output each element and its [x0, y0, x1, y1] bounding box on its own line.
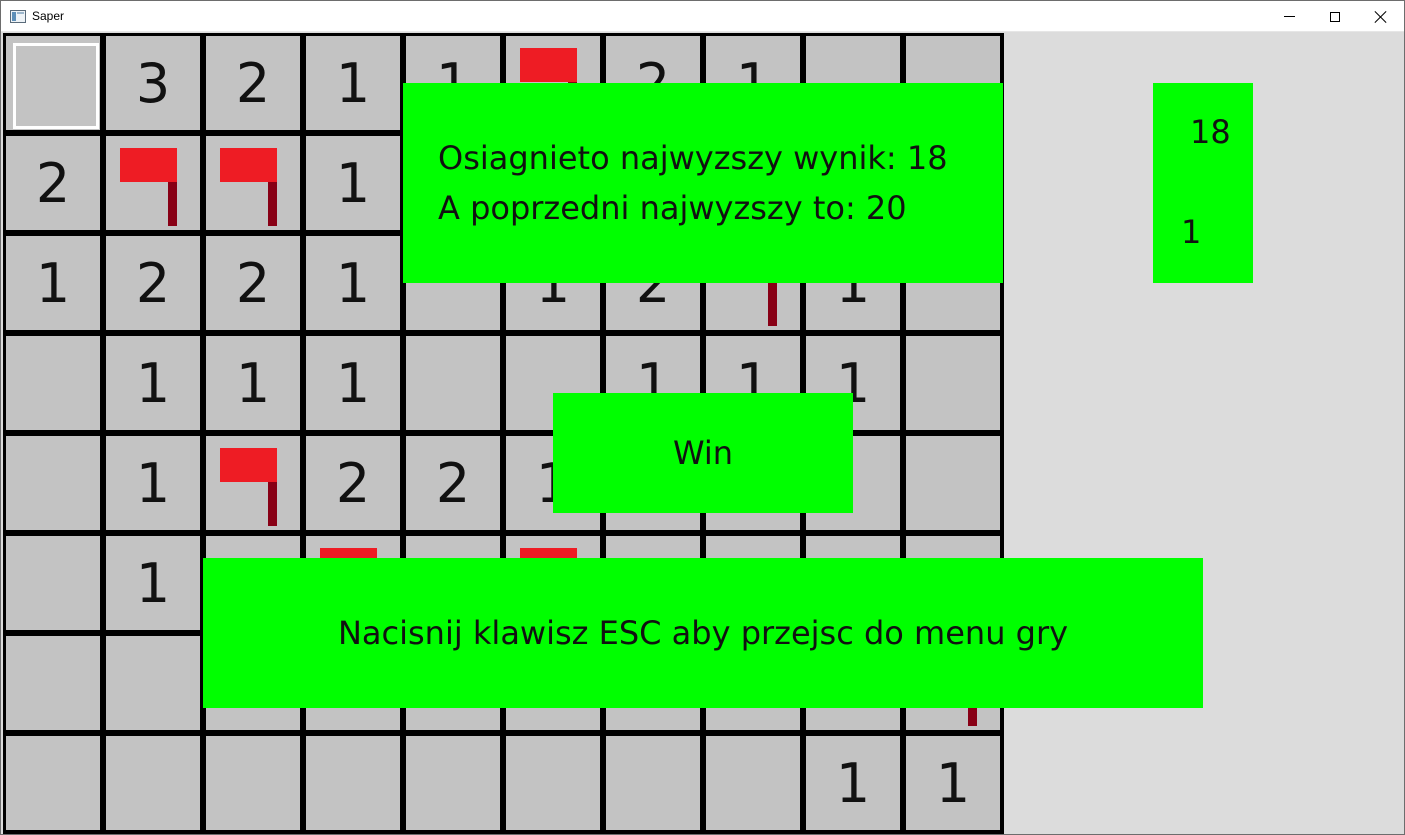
board-cell[interactable]	[706, 736, 800, 830]
board-cell[interactable]: 2	[6, 136, 100, 230]
cell-number: 1	[135, 351, 171, 415]
board-cell-selected[interactable]	[6, 36, 100, 130]
score-box: 18 1	[1153, 83, 1253, 283]
highscore-message: Osiagnieto najwyzszy wynik: 18 A poprzed…	[403, 83, 1003, 283]
board-cell[interactable]: 1	[906, 736, 1000, 830]
title-bar[interactable]: Saper	[1, 1, 1404, 32]
board-cell[interactable]: 1	[306, 36, 400, 130]
cell-number: 1	[835, 751, 871, 815]
window-title: Saper	[32, 9, 65, 23]
cell-number: 1	[235, 351, 271, 415]
board-cell[interactable]: 1	[306, 336, 400, 430]
board-cell[interactable]	[306, 736, 400, 830]
board-cell[interactable]: 3	[106, 36, 200, 130]
esc-hint-message: Nacisnij klawisz ESC aby przejsc do menu…	[203, 558, 1203, 708]
board-cell[interactable]	[606, 736, 700, 830]
minimize-icon	[1283, 16, 1295, 17]
cell-number: 1	[935, 751, 971, 815]
board-cell[interactable]	[406, 336, 500, 430]
flag-icon	[106, 136, 200, 230]
cell-number: 2	[35, 151, 71, 215]
board-cell[interactable]	[6, 436, 100, 530]
board-cell[interactable]	[106, 736, 200, 830]
board-cell[interactable]: 1	[206, 336, 300, 430]
cell-number: 1	[35, 251, 71, 315]
win-message: Win	[553, 393, 853, 513]
board-cell[interactable]: 2	[206, 236, 300, 330]
board-cell[interactable]	[6, 736, 100, 830]
board-cell[interactable]	[6, 536, 100, 630]
game-window: Saper 321121211221121111111122112211 18 …	[0, 0, 1405, 835]
board-cell[interactable]: 1	[806, 736, 900, 830]
cell-number: 2	[235, 51, 271, 115]
board-cell[interactable]: 1	[306, 236, 400, 330]
board-cell[interactable]	[206, 736, 300, 830]
board-cell[interactable]	[106, 636, 200, 730]
score-top-value: 18	[1190, 113, 1231, 151]
cell-number: 2	[235, 251, 271, 315]
maximize-button[interactable]	[1312, 1, 1358, 32]
board-cell[interactable]	[206, 136, 300, 230]
board-cell[interactable]: 2	[406, 436, 500, 530]
close-icon	[1375, 11, 1387, 23]
board-cell[interactable]: 1	[6, 236, 100, 330]
cell-number: 1	[335, 251, 371, 315]
app-icon	[10, 10, 26, 23]
board-cell[interactable]	[206, 436, 300, 530]
board-cell[interactable]	[6, 636, 100, 730]
highscore-line-1: Osiagnieto najwyzszy wynik: 18	[438, 139, 948, 177]
cell-number: 2	[135, 251, 171, 315]
board-cell[interactable]	[6, 336, 100, 430]
cell-number: 1	[335, 351, 371, 415]
cell-number: 1	[135, 451, 171, 515]
maximize-icon	[1330, 11, 1340, 22]
highscore-line-2: A poprzedni najwyzszy to: 20	[438, 189, 907, 227]
cell-number: 3	[135, 51, 171, 115]
board-cell[interactable]: 1	[106, 436, 200, 530]
flag-icon	[206, 136, 300, 230]
flag-icon	[206, 436, 300, 530]
cell-number: 1	[335, 151, 371, 215]
cell-number: 1	[135, 551, 171, 615]
cell-number: 2	[435, 451, 471, 515]
board-cell[interactable]: 1	[306, 136, 400, 230]
board-cell[interactable]: 1	[106, 536, 200, 630]
cell-number: 1	[335, 51, 371, 115]
cell-number: 2	[335, 451, 371, 515]
board-cell[interactable]	[506, 736, 600, 830]
board-cell[interactable]	[106, 136, 200, 230]
board-cell[interactable]: 2	[106, 236, 200, 330]
board-cell[interactable]: 2	[306, 436, 400, 530]
board-cell[interactable]	[906, 436, 1000, 530]
board-cell[interactable]	[406, 736, 500, 830]
close-button[interactable]	[1358, 1, 1404, 32]
board-cell[interactable]	[906, 336, 1000, 430]
board-cell[interactable]: 1	[106, 336, 200, 430]
minimize-button[interactable]	[1266, 1, 1312, 32]
board-cell[interactable]: 2	[206, 36, 300, 130]
score-bottom-value: 1	[1181, 213, 1202, 251]
